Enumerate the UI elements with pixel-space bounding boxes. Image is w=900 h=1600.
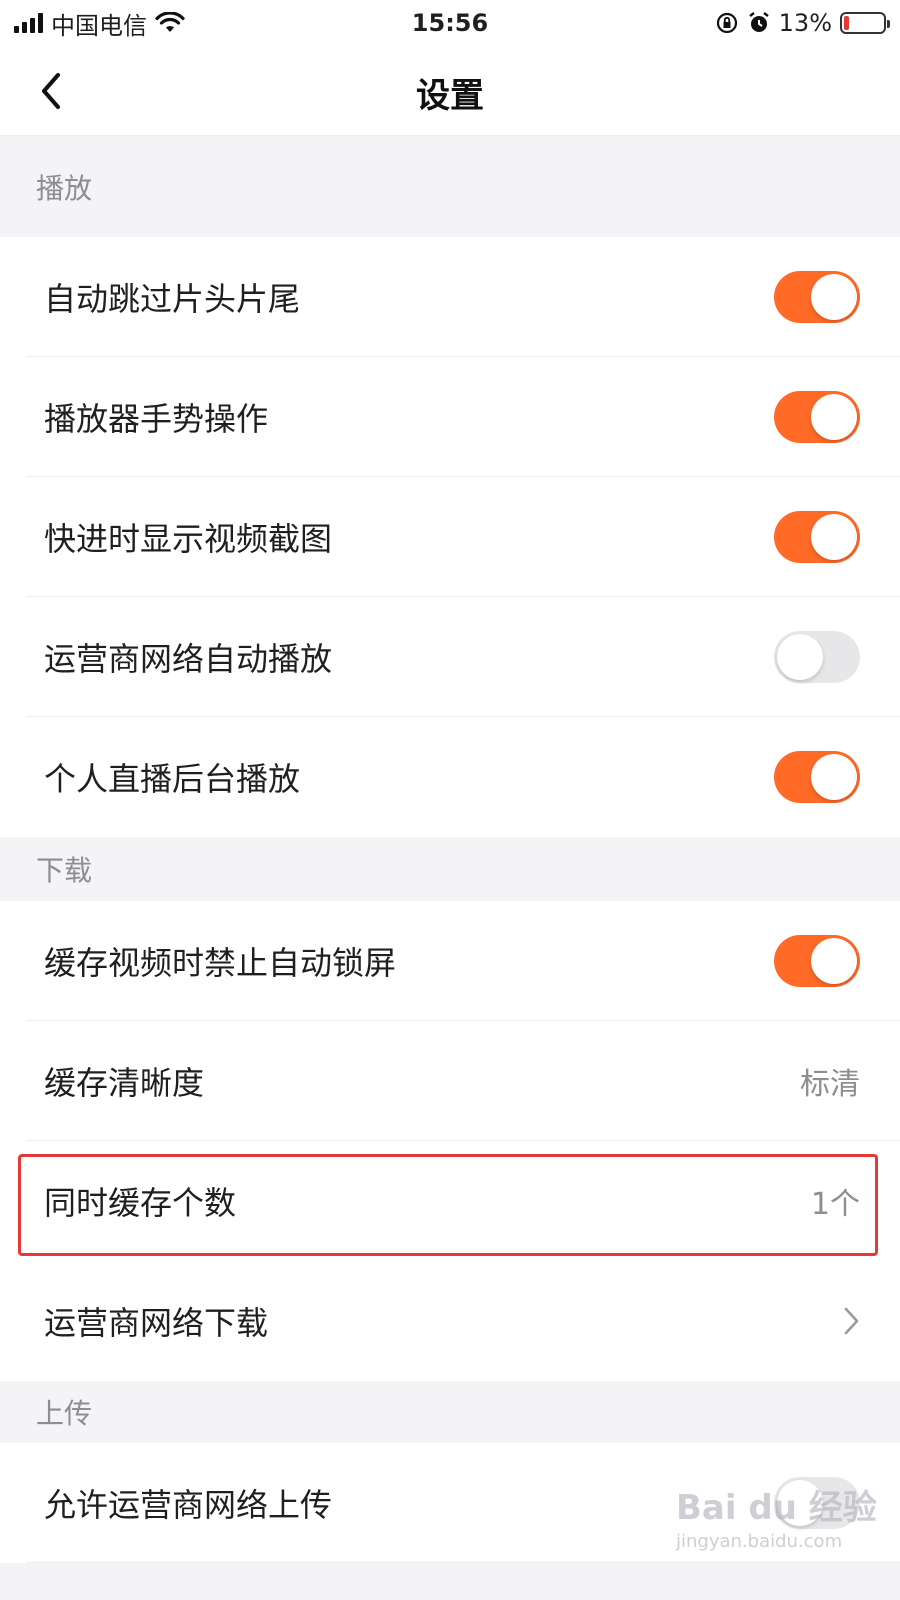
toggle-switch[interactable]	[774, 271, 860, 323]
status-bar-right: 13%	[715, 9, 890, 37]
page-title: 设置	[416, 76, 484, 116]
status-bar: 中国电信 15:56 13%	[0, 0, 900, 46]
wifi-icon	[155, 12, 185, 32]
setting-row-concurrent-downloads[interactable]: 同时缓存个数 1个	[0, 1141, 900, 1261]
navigation-bar: 设置	[0, 46, 900, 136]
setting-row-gesture: 播放器手势操作	[0, 357, 900, 477]
toggle-switch[interactable]	[774, 511, 860, 563]
setting-row-mobile-download[interactable]: 运营商网络下载	[0, 1261, 900, 1381]
watermark-logo: Bai du 经验	[676, 1488, 877, 1528]
setting-label: 快进时显示视频截图	[44, 520, 333, 558]
status-bar-left: 中国电信	[14, 6, 185, 41]
setting-row-fast-forward-preview: 快进时显示视频截图	[0, 477, 900, 597]
setting-label: 播放器手势操作	[44, 400, 269, 438]
rotation-lock-icon	[716, 12, 737, 34]
section-header-playback: 播放	[0, 137, 900, 237]
setting-row-live-background: 个人直播后台播放	[0, 717, 900, 837]
setting-row-prevent-lock: 缓存视频时禁止自动锁屏	[0, 901, 900, 1021]
setting-label: 个人直播后台播放	[44, 760, 301, 798]
setting-label: 自动跳过片头片尾	[44, 280, 301, 318]
chevron-right-icon	[844, 1307, 859, 1335]
setting-label: 同时缓存个数	[44, 1184, 237, 1222]
toggle-switch[interactable]	[774, 751, 860, 803]
toggle-switch[interactable]	[774, 391, 860, 443]
section-header-upload: 上传	[0, 1381, 900, 1443]
setting-label: 缓存清晰度	[44, 1064, 205, 1102]
watermark-url: jingyan.baidu.com	[676, 1531, 843, 1552]
signal-icon	[14, 13, 43, 33]
setting-row-cache-quality[interactable]: 缓存清晰度 标清	[0, 1021, 900, 1141]
battery-percent: 13%	[778, 9, 832, 37]
setting-label: 允许运营商网络上传	[44, 1486, 333, 1524]
battery-fill	[844, 16, 849, 30]
setting-label: 运营商网络自动播放	[44, 640, 333, 678]
setting-label: 缓存视频时禁止自动锁屏	[44, 944, 397, 982]
watermark: Bai du 经验 jingyan.baidu.com	[676, 1480, 886, 1560]
setting-value: 1个	[810, 1187, 860, 1222]
section-header-download: 下载	[0, 837, 900, 901]
setting-row-skip-intro: 自动跳过片头片尾	[0, 237, 900, 357]
alarm-icon	[748, 12, 769, 32]
setting-label: 运营商网络下载	[44, 1304, 269, 1342]
setting-value: 标清	[800, 1067, 860, 1102]
toggle-switch[interactable]	[774, 935, 860, 987]
setting-row-mobile-autoplay: 运营商网络自动播放	[0, 597, 900, 717]
toggle-switch[interactable]	[774, 631, 860, 683]
carrier-label: 中国电信	[51, 11, 147, 40]
battery-icon	[840, 12, 890, 34]
